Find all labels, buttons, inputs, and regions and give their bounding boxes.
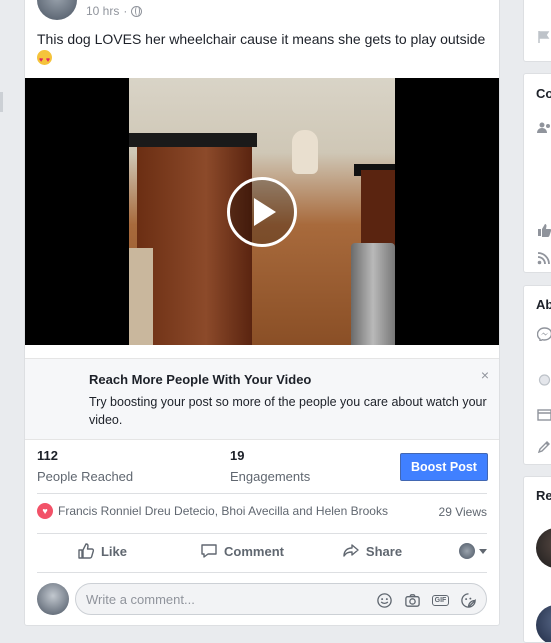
right-card-title: Co — [536, 86, 551, 101]
engagements-label: Engagements — [230, 469, 311, 484]
camera-icon[interactable] — [403, 591, 422, 609]
close-icon[interactable]: × — [481, 367, 489, 383]
comment-icon — [201, 544, 217, 558]
boost-post-button[interactable]: Boost Post — [400, 453, 488, 481]
divider — [37, 533, 487, 534]
right-card-about: Ab — [523, 285, 551, 465]
pencil-icon — [537, 441, 550, 454]
people-icon — [537, 122, 550, 133]
related-page-avatar[interactable] — [536, 528, 551, 568]
right-card-related: Re — [523, 476, 551, 643]
author-avatar[interactable] — [37, 0, 77, 20]
comment-input[interactable] — [86, 590, 356, 608]
post-meta: 10 hrs · — [86, 4, 143, 18]
composer-tools: GIF — [375, 591, 478, 609]
view-count[interactable]: 29 Views — [439, 505, 487, 519]
post-timestamp[interactable]: 10 hrs — [86, 4, 119, 18]
flag-icon — [538, 31, 550, 43]
comment-label: Comment — [224, 543, 284, 559]
right-card-community: Co — [523, 73, 551, 273]
circle-icon — [538, 374, 551, 386]
people-reached-stat[interactable]: 112 People Reached — [37, 448, 133, 484]
post-card: 10 hrs · This dog LOVES her wheelchair c… — [24, 0, 500, 626]
post-text: This dog LOVES her wheelchair cause it m… — [37, 30, 487, 70]
right-card-title: Ab — [536, 297, 551, 312]
heart-eyes-emoji-icon — [37, 50, 52, 70]
like-button[interactable]: Like — [37, 535, 167, 567]
boost-panel: Reach More People With Your Video Try bo… — [25, 358, 499, 440]
gif-icon[interactable]: GIF — [431, 591, 450, 609]
rss-icon — [537, 252, 550, 265]
divider — [37, 493, 487, 494]
comment-button[interactable]: Comment — [167, 535, 317, 567]
sticker-icon[interactable] — [459, 591, 478, 609]
commenter-avatar[interactable] — [37, 583, 69, 615]
love-reaction-icon: ♥ — [37, 503, 53, 519]
people-reached-value: 112 — [37, 448, 58, 463]
right-card-1 — [523, 0, 551, 62]
left-edge-marker — [0, 92, 3, 112]
globe-icon[interactable] — [131, 5, 143, 17]
dog-figure — [292, 130, 318, 174]
comment-composer[interactable]: GIF — [75, 583, 487, 615]
right-card-title: Re — [536, 488, 551, 503]
reactor-names[interactable]: Francis Ronniel Dreu Detecio, Bhoi Aveci… — [58, 504, 388, 518]
post-as-selector[interactable] — [427, 535, 487, 567]
thumbs-up-icon — [78, 543, 95, 559]
engagements-stat[interactable]: 19 Engagements — [230, 448, 310, 484]
left-edge-strip — [0, 0, 8, 643]
people-reached-label: People Reached — [37, 469, 134, 484]
post-as-avatar — [459, 543, 475, 559]
boost-panel-body: Try boosting your post so more of the pe… — [89, 395, 487, 427]
share-button[interactable]: Share — [317, 535, 427, 567]
website-icon — [537, 409, 551, 421]
reactions-summary[interactable]: ♥ Francis Ronniel Dreu Detecio, Bhoi Ave… — [37, 503, 388, 519]
thumbs-up-icon — [538, 224, 551, 237]
like-label: Like — [100, 543, 127, 559]
share-label: Share — [365, 543, 403, 559]
chevron-down-icon — [479, 548, 487, 554]
engagements-value: 19 — [230, 448, 245, 463]
boost-panel-title: Reach More People With Your Video — [89, 372, 312, 387]
messenger-icon — [537, 327, 551, 341]
share-icon — [343, 544, 359, 557]
divider — [37, 572, 487, 573]
play-icon[interactable] — [227, 177, 297, 247]
post-actions: Like Comment Share — [37, 535, 487, 567]
emoji-icon[interactable] — [375, 591, 394, 609]
video-player[interactable] — [25, 78, 499, 345]
post-body: This dog LOVES her wheelchair cause it m… — [37, 31, 486, 47]
related-page-avatar[interactable] — [536, 605, 551, 642]
